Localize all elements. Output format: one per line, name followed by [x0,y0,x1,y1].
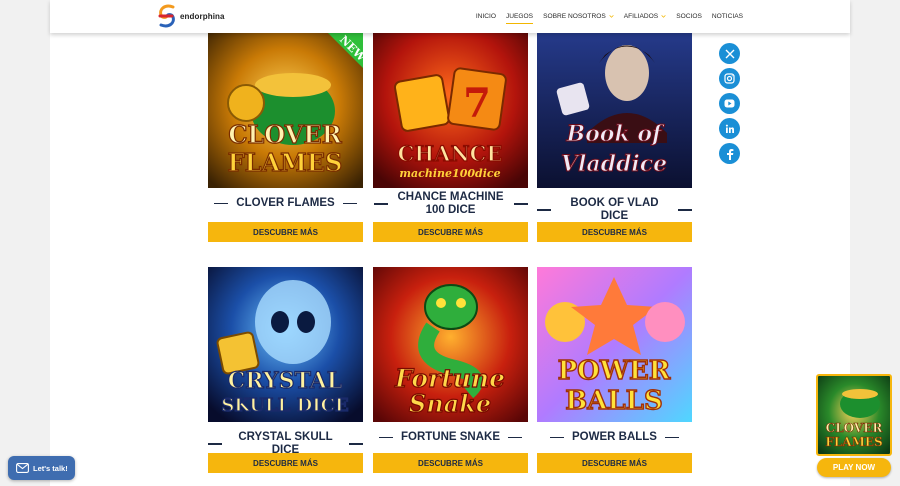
game-thumbnail-power-balls[interactable]: POWER BALLS [537,267,692,422]
x-icon[interactable] [719,43,740,64]
nav-label: NOTICIAS [711,13,743,20]
facebook-icon[interactable] [719,143,740,164]
discover-button[interactable]: DESCUBRE MÁS [208,453,363,473]
game-thumbnail-fortune-snake[interactable]: Fortune Snake [373,267,528,422]
discover-button[interactable]: DESCUBRE MÁS [208,222,363,242]
game-card: NEW CLOVER FLAMES CLOVER FLAMES DESCUBRE… [208,33,363,242]
game-title-row: BOOK OF VLAD DICE [537,197,692,223]
title-dash [550,436,564,439]
nav-label: SOBRE NOSOTROS [543,13,606,20]
logo-text: endorphina [180,11,225,21]
nav-afiliados[interactable]: AFILIADOS [624,10,666,23]
instagram-icon[interactable] [719,68,740,89]
nav-juegos[interactable]: JUEGOS [505,10,534,24]
title-dash [378,436,393,439]
chevron-down-icon [609,15,614,18]
discover-button[interactable]: DESCUBRE MÁS [537,222,692,242]
discover-button[interactable]: DESCUBRE MÁS [373,222,528,242]
game-card: Fortune Snake FORTUNE SNAKE DESCUBRE MÁS [373,267,528,473]
art-title-line2: BALLS [565,386,663,416]
logo[interactable]: endorphina [157,4,225,28]
nav-label: INICIO [475,13,496,20]
nav-label: JUEGOS [505,12,534,20]
main-nav: INICIO JUEGOS SOBRE NOSOTROS AFILIADOS S… [476,0,743,33]
linkedin-icon[interactable] [719,118,740,139]
title-dash [373,203,388,205]
game-card: Book of Vladdice BOOK OF VLAD DICE DESCU… [537,33,692,242]
art-title-line2: machine100dice [399,167,500,180]
game-title-row: CHANCE MACHINE 100 DICE [373,191,528,217]
title-dash [513,203,528,205]
title-dash [214,202,229,205]
discover-button[interactable]: DESCUBRE MÁS [537,453,692,473]
chat-button[interactable]: Let's talk! [8,456,75,480]
nav-noticias[interactable]: NOTICIAS [712,10,743,23]
play-now-button[interactable]: PLAY NOW [817,458,891,477]
discover-button[interactable]: DESCUBRE MÁS [373,453,528,473]
title-dash [508,436,523,439]
game-title[interactable]: FORTUNE SNAKE [401,431,500,444]
game-title[interactable]: CHANCE MACHINE 100 DICE [396,191,506,217]
nav-sobre-nosotros[interactable]: SOBRE NOSOTROS [543,10,614,23]
art-title-line2: Snake [409,389,491,418]
chat-label: Let's talk! [33,463,68,473]
game-title[interactable]: POWER BALLS [572,431,657,444]
art-title-line2: SKULL DICE [221,395,348,416]
game-title[interactable]: BOOK OF VLAD DICE [559,197,670,223]
promo-widget: CLOVER FLAMES PLAY NOW [816,374,892,478]
mail-icon [16,463,29,473]
nav-socios[interactable]: SOCIOS [676,10,702,23]
game-thumbnail-chance-machine[interactable]: 7 CHANCE machine100dice [373,33,528,188]
game-title[interactable]: CLOVER FLAMES [236,197,334,210]
promo-art-line2: FLAMES [825,435,882,449]
art-title-line2: Vladdice [561,151,667,177]
art-title-line2: FLAMES [228,148,343,177]
nav-label: AFILIADOS [623,13,659,20]
title-dash [664,436,679,439]
game-title-row: CLOVER FLAMES [208,197,363,210]
title-dash [678,209,692,211]
title-dash [537,209,551,211]
title-dash [208,443,222,445]
svg-text:7: 7 [463,80,491,127]
chevron-down-icon [661,15,666,18]
game-title-row: FORTUNE SNAKE [373,431,528,444]
nav-inicio[interactable]: INICIO [476,10,496,23]
art-title-line1: POWER [558,356,671,386]
art-title-line1: CRYSTAL [228,368,342,394]
game-thumbnail-crystal-skull[interactable]: CRYSTAL SKULL DICE [208,267,363,422]
promo-thumbnail[interactable]: CLOVER FLAMES [816,374,892,456]
game-thumbnail-clover-flames[interactable]: NEW CLOVER FLAMES [208,33,363,188]
art-title-line1: CLOVER [228,120,342,149]
title-dash [342,202,357,205]
nav-label: SOCIOS [676,13,702,20]
game-card: POWER BALLS POWER BALLS DESCUBRE MÁS [537,267,692,473]
game-thumbnail-book-of-vlad[interactable]: Book of Vladdice [537,33,692,188]
promo-art-line1: CLOVER [826,421,884,435]
game-card: 7 CHANCE machine100dice CHANCE MACHINE 1… [373,33,528,242]
title-dash [349,443,363,445]
game-card: CRYSTAL SKULL DICE CRYSTAL SKULL DICE DE… [208,267,363,473]
art-title-line1: CHANCE [398,141,503,166]
art-title-line1: Book of [566,121,666,147]
endorphina-logo-icon [158,4,175,28]
social-links [719,43,740,164]
game-title-row: POWER BALLS [537,431,692,444]
youtube-icon[interactable] [719,93,740,114]
